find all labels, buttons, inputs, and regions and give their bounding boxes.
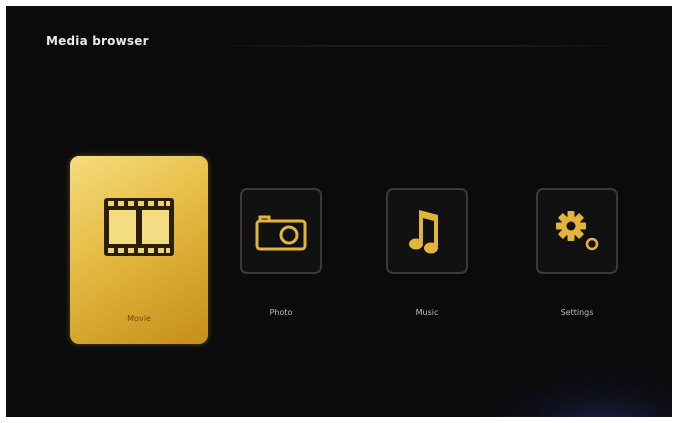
film-strip-icon — [104, 198, 174, 256]
header-divider — [206, 45, 636, 47]
media-browser-screen: Media browser Movie Photo Music Settings — [6, 6, 672, 417]
menu-item-music[interactable]: Music — [386, 188, 476, 318]
page-title: Media browser — [46, 34, 149, 48]
music-tile[interactable] — [386, 188, 468, 274]
menu-item-label: Movie — [127, 314, 151, 323]
menu-item-label: Music — [415, 308, 439, 317]
menu-item-photo[interactable]: Photo — [240, 188, 330, 318]
menu-item-settings[interactable]: Settings — [536, 188, 626, 318]
menu-item-movie[interactable]: Movie — [70, 156, 208, 346]
settings-tile[interactable] — [536, 188, 618, 274]
photo-tile[interactable] — [240, 188, 322, 274]
menu-item-label: Settings — [560, 308, 594, 317]
menu-item-label: Photo — [269, 308, 293, 317]
camera-icon — [255, 215, 307, 251]
music-note-icon — [409, 210, 438, 254]
gear-icon — [556, 211, 599, 251]
